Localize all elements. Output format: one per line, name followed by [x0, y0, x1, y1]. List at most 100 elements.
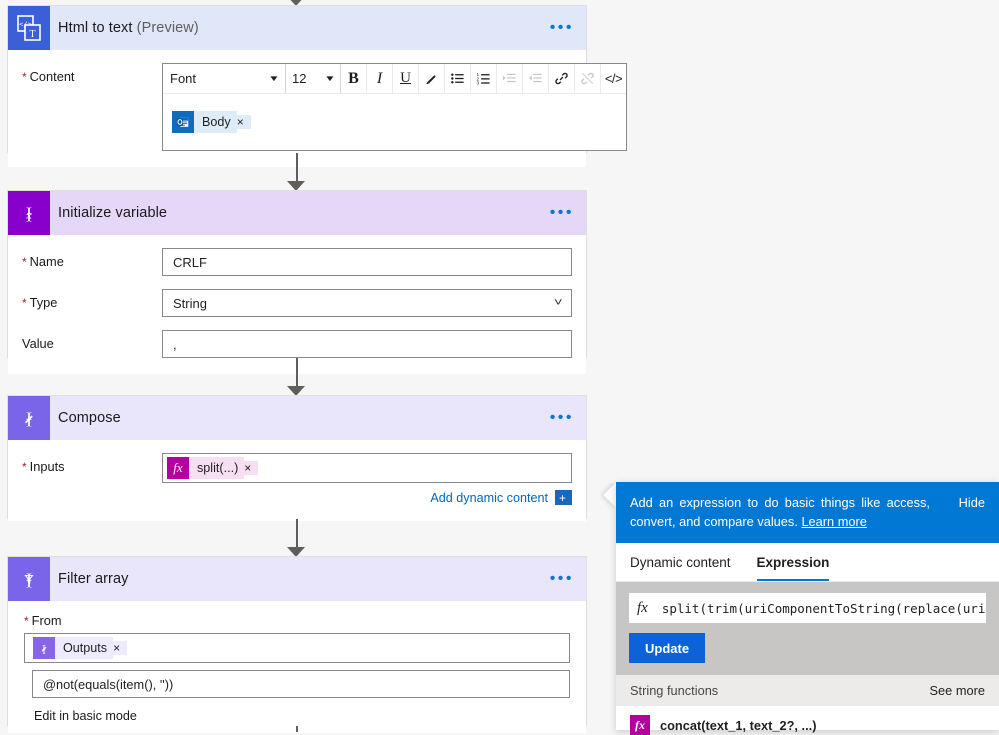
panel-tabs: Dynamic content Expression	[616, 543, 999, 582]
connector-line-3	[296, 519, 298, 549]
outlook-icon	[172, 111, 194, 133]
type-dropdown-value: String	[173, 295, 207, 311]
action-card-compose[interactable]: { { Compose ••• Inputs fx split(...)	[7, 395, 587, 521]
tab-expression[interactable]: Expression	[756, 543, 829, 581]
card-header[interactable]: </> T Html to text (Preview) •••	[8, 6, 586, 50]
card-title: Filter array	[58, 571, 129, 587]
numbered-list-icon[interactable]: 1 2 3	[471, 64, 497, 93]
connector-line-1	[296, 153, 298, 183]
svg-text:{: {	[25, 570, 33, 589]
expression-panel: Add an expression to do basic things lik…	[616, 482, 999, 735]
card-title-preview-tag: (Preview)	[136, 20, 199, 36]
svg-text:3: 3	[476, 81, 479, 86]
name-field-row: Name CRLF	[22, 235, 572, 276]
add-dynamic-content-plus-icon[interactable]: +	[555, 490, 572, 505]
token-label: Outputs	[55, 637, 114, 659]
function-group-header: String functions See more	[616, 675, 999, 706]
panel-tip-text: Add an expression to do basic things lik…	[630, 493, 930, 531]
token-label: split(...)	[189, 457, 245, 479]
font-family-value: Font	[170, 71, 197, 86]
rte-toolbar: Font ▼ 12 ▼ B I U 1 2 3 </>	[163, 64, 626, 94]
rich-text-editor[interactable]: Font ▼ 12 ▼ B I U 1 2 3 </> Body ×	[162, 63, 627, 151]
connector-line-bottom	[296, 726, 298, 732]
action-card-initialize-variable[interactable]: { x { Initialize variable ••• Name CRLF …	[7, 190, 587, 374]
dynamic-token-body[interactable]: Body ×	[172, 111, 251, 133]
action-card-filter-array[interactable]: { { Filter array ••• From { {	[7, 556, 587, 733]
svg-text:{: {	[25, 204, 33, 223]
content-field-row: Content Font ▼ 12 ▼ B	[22, 50, 627, 151]
card-header[interactable]: { { Filter array •••	[8, 557, 586, 601]
card-menu-button[interactable]: •••	[550, 410, 574, 426]
rte-content-area[interactable]: Body ×	[163, 94, 626, 150]
unlink-icon[interactable]	[575, 64, 601, 93]
token-remove-icon[interactable]: ×	[244, 461, 259, 475]
fx-icon: fx	[637, 599, 648, 616]
from-token-box[interactable]: { { Outputs ×	[24, 633, 570, 663]
expression-token-split[interactable]: fx split(...) ×	[167, 457, 259, 479]
see-more-link[interactable]: See more	[930, 683, 985, 698]
content-field-control: Font ▼ 12 ▼ B I U 1 2 3 </> Body ×	[162, 63, 627, 151]
dynamic-token-outputs[interactable]: { { Outputs ×	[33, 637, 128, 659]
chevron-down-icon: ▼	[324, 74, 336, 83]
value-field-label: Value	[22, 336, 54, 351]
card-title-text: Html to text	[58, 20, 133, 36]
token-remove-icon[interactable]: ×	[113, 641, 128, 655]
card-title: Compose	[58, 410, 121, 426]
font-size-dropdown[interactable]: 12 ▼	[286, 64, 341, 93]
expression-editor-area: fx split(trim(uriComponentToString(repla…	[616, 582, 999, 675]
increase-indent-icon[interactable]	[497, 64, 523, 93]
font-size-value: 12	[292, 71, 307, 86]
card-menu-button[interactable]: •••	[550, 571, 574, 587]
edit-in-basic-mode-link[interactable]: Edit in basic mode	[22, 698, 572, 723]
card-header[interactable]: { { Compose •••	[8, 396, 586, 440]
compose-braces-icon: { {	[33, 637, 55, 659]
name-field-label: Name	[22, 248, 162, 270]
card-body: Inputs fx split(...) × Add dynamic conte…	[8, 440, 586, 521]
hide-tip-button[interactable]: Hide	[959, 493, 985, 512]
from-field-label: From	[22, 601, 572, 633]
action-card-html-to-text[interactable]: </> T Html to text (Preview) ••• Content	[7, 5, 627, 167]
font-family-dropdown[interactable]: Font ▼	[163, 64, 286, 93]
condition-input[interactable]: @not(equals(item(), ''))	[32, 670, 570, 698]
function-name: concat(text_1, text_2?, ...)	[660, 717, 817, 733]
card-title-text: Compose	[58, 410, 121, 426]
name-field-control: CRLF	[162, 248, 572, 276]
update-button[interactable]: Update	[629, 633, 706, 663]
type-field-control: String ˅	[162, 289, 572, 317]
card-menu-button[interactable]: •••	[550, 20, 574, 36]
value-input[interactable]: ,	[162, 330, 572, 358]
add-dynamic-content-link[interactable]: Add dynamic content	[430, 491, 548, 505]
learn-more-link[interactable]: Learn more	[801, 514, 866, 529]
value-field-control: ,	[162, 330, 572, 358]
add-dynamic-content-row: Add dynamic content +	[162, 483, 572, 505]
type-dropdown[interactable]: String ˅	[162, 289, 572, 317]
code-view-icon[interactable]: </>	[601, 64, 626, 93]
value-field-row: Value ,	[22, 317, 572, 358]
card-menu-button[interactable]: •••	[550, 205, 574, 221]
expression-input[interactable]: fx split(trim(uriComponentToString(repla…	[629, 593, 986, 623]
highlight-icon[interactable]	[419, 64, 445, 93]
card-header[interactable]: { x { Initialize variable •••	[8, 191, 586, 235]
html-to-text-icon: </> T	[8, 6, 50, 50]
fx-icon: fx	[630, 715, 650, 735]
bold-icon[interactable]: B	[341, 64, 367, 93]
link-icon[interactable]	[549, 64, 575, 93]
inputs-token-box[interactable]: fx split(...) ×	[162, 453, 572, 483]
function-list-item[interactable]: fx concat(text_1, text_2?, ...)	[616, 706, 999, 735]
chevron-down-icon: ˅	[553, 297, 563, 309]
function-group-title: String functions	[630, 683, 719, 698]
type-field-label: Type	[22, 289, 162, 311]
card-title-text: Filter array	[58, 571, 129, 587]
type-field-row: Type String ˅	[22, 276, 572, 317]
connector-line-2	[296, 358, 298, 388]
decrease-indent-icon[interactable]	[523, 64, 549, 93]
underline-icon[interactable]: U	[393, 64, 419, 93]
name-input[interactable]: CRLF	[162, 248, 572, 276]
tab-dynamic-content[interactable]: Dynamic content	[630, 543, 731, 581]
token-remove-icon[interactable]: ×	[236, 115, 251, 129]
bulleted-list-icon[interactable]	[445, 64, 471, 93]
card-title-text: Initialize variable	[58, 205, 168, 221]
fx-icon: fx	[167, 457, 189, 479]
italic-icon[interactable]: I	[367, 64, 393, 93]
panel-tip-banner: Add an expression to do basic things lik…	[616, 482, 999, 543]
